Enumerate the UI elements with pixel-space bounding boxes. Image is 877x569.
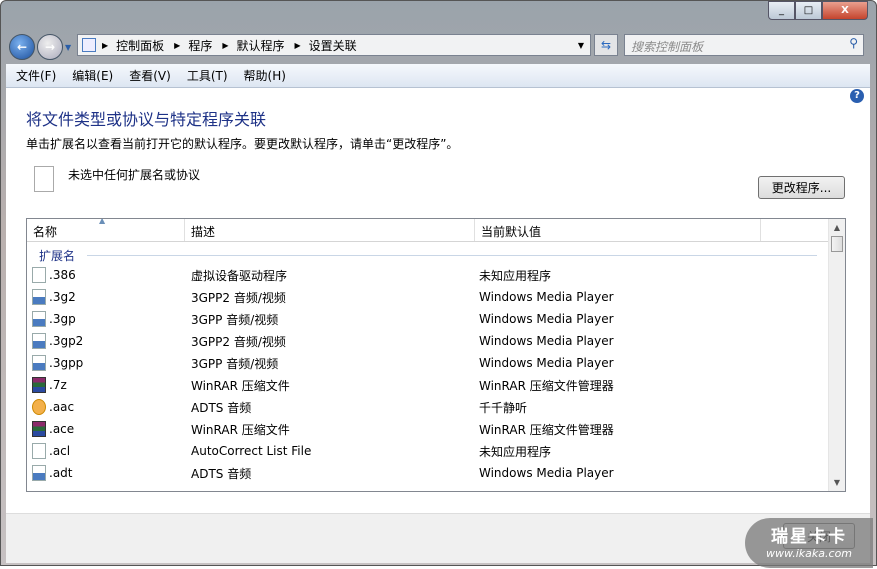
breadcrumb-separator-icon[interactable]: ▶ [174, 41, 180, 50]
item-name: .7z [27, 377, 185, 393]
refresh-button[interactable]: ⇆ [594, 34, 618, 56]
item-default-program: Windows Media Player [479, 356, 614, 370]
close-window-button[interactable]: X [822, 1, 868, 20]
blank-file-icon [32, 443, 46, 459]
menu-bar: 文件(F) 编辑(E) 查看(V) 工具(T) 帮助(H) [6, 64, 870, 88]
selection-status: 未选中任何扩展名或协议 [68, 168, 201, 182]
aac-file-icon [32, 399, 46, 415]
footer-bar: 关闭 [6, 513, 870, 563]
breadcrumb-control-panel[interactable]: 控制面板 [116, 37, 164, 54]
wmp-file-icon [32, 289, 46, 305]
forward-button[interactable]: → [37, 34, 63, 60]
vertical-scrollbar[interactable]: ▲ ▼ [828, 219, 845, 491]
item-name: .3g2 [27, 289, 185, 305]
column-header-current-default[interactable]: 当前默认值 [475, 219, 761, 241]
breadcrumb-programs[interactable]: 程序 [188, 37, 212, 54]
list-item[interactable]: .3g2 3GPP2 音频/视频 Windows Media Player [27, 286, 845, 308]
list-item[interactable]: .3gpp 3GPP 音频/视频 Windows Media Player [27, 352, 845, 374]
list-item[interactable]: .3gp2 3GPP2 音频/视频 Windows Media Player [27, 330, 845, 352]
menu-file[interactable]: 文件(F) [16, 67, 56, 84]
address-dropdown-icon[interactable]: ▼ [578, 41, 584, 50]
item-description: 3GPP2 音频/视频 [191, 334, 286, 349]
rar-file-icon [32, 421, 46, 437]
page-title: 将文件类型或协议与特定程序关联 [26, 110, 267, 129]
breadcrumb-separator-icon[interactable]: ▶ [295, 41, 301, 50]
item-default-program: Windows Media Player [479, 466, 614, 480]
help-icon[interactable]: ? [850, 89, 864, 103]
item-description: 虚拟设备驱动程序 [191, 268, 288, 283]
breadcrumb-set-associations[interactable]: 设置关联 [309, 37, 357, 54]
blank-file-icon [32, 267, 46, 283]
item-default-program: Windows Media Player [479, 312, 614, 326]
minimize-button[interactable]: _ [768, 1, 795, 20]
item-name: .386 [27, 267, 185, 283]
item-name: .ace [27, 421, 185, 437]
item-name: .3gpp [27, 355, 185, 371]
column-header-name[interactable]: ▲ 名称 [27, 219, 185, 241]
wmp-file-icon [32, 311, 46, 327]
item-description: ADTS 音频 [191, 466, 252, 481]
item-name: .aac [27, 399, 185, 415]
back-button[interactable]: ← [9, 34, 35, 60]
search-icon[interactable]: ⚲ [849, 36, 858, 50]
wmp-file-icon [32, 355, 46, 371]
instructions: 单击扩展名以查看当前打开它的默认程序。要更改默认程序，请单击“更改程序”。 [26, 137, 459, 151]
item-name: .3gp2 [27, 333, 185, 349]
group-header-extensions[interactable]: 扩展名 [27, 242, 845, 264]
address-bar[interactable]: ▶ 控制面板 ▶ 程序 ▶ 默认程序 ▶ 设置关联 ▼ [77, 34, 591, 56]
maximize-button[interactable]: □ [795, 1, 822, 20]
breadcrumb-default-programs[interactable]: 默认程序 [237, 37, 285, 54]
control-panel-icon [82, 38, 96, 52]
item-default-program: 未知应用程序 [479, 444, 552, 459]
menu-view[interactable]: 查看(V) [129, 67, 171, 84]
menu-edit[interactable]: 编辑(E) [72, 67, 113, 84]
list-header: ▲ 名称 描述 当前默认值 [27, 219, 845, 242]
item-name: .adt [27, 465, 185, 481]
change-program-button[interactable]: 更改程序... [758, 176, 845, 199]
item-description: WinRAR 压缩文件 [191, 422, 290, 437]
list-item[interactable]: .aac ADTS 音频 千千静听 [27, 396, 845, 418]
content-area: ? 将文件类型或协议与特定程序关联 单击扩展名以查看当前打开它的默认程序。要更改… [6, 88, 870, 513]
item-description: 3GPP 音频/视频 [191, 356, 279, 371]
item-default-program: WinRAR 压缩文件管理器 [479, 378, 614, 393]
menu-help[interactable]: 帮助(H) [244, 67, 286, 84]
rar-file-icon [32, 377, 46, 393]
search-placeholder: 搜索控制面板 [631, 40, 704, 54]
item-description: WinRAR 压缩文件 [191, 378, 290, 393]
item-default-program: WinRAR 压缩文件管理器 [479, 422, 614, 437]
scroll-up-icon[interactable]: ▲ [829, 219, 845, 236]
nav-buttons: ← → ▼ [9, 34, 71, 60]
item-default-program: Windows Media Player [479, 290, 614, 304]
item-description: AutoCorrect List File [191, 444, 312, 458]
item-default-program: 未知应用程序 [479, 268, 552, 283]
item-name: .acl [27, 443, 185, 459]
list-item[interactable]: .acl AutoCorrect List File 未知应用程序 [27, 440, 845, 462]
item-default-program: 千千静听 [479, 400, 528, 415]
breadcrumb-separator-icon[interactable]: ▶ [102, 41, 108, 50]
sort-ascending-icon: ▲ [99, 218, 106, 225]
item-description: ADTS 音频 [191, 400, 252, 415]
list-item[interactable]: .adt ADTS 音频 Windows Media Player [27, 462, 845, 484]
close-button[interactable]: 关闭 [783, 523, 855, 549]
item-name: .3gp [27, 311, 185, 327]
list-item[interactable]: .3gp 3GPP 音频/视频 Windows Media Player [27, 308, 845, 330]
scroll-down-icon[interactable]: ▼ [829, 474, 845, 491]
search-input[interactable]: 搜索控制面板 ⚲ [624, 34, 864, 56]
file-icon [34, 166, 54, 192]
item-default-program: Windows Media Player [479, 334, 614, 348]
scroll-thumb[interactable] [831, 236, 843, 252]
recent-pages-dropdown-icon[interactable]: ▼ [65, 43, 71, 52]
wmp-file-icon [32, 465, 46, 481]
caption-buttons: _ □ X [768, 1, 868, 20]
item-description: 3GPP 音频/视频 [191, 312, 279, 327]
list-item[interactable]: .386 虚拟设备驱动程序 未知应用程序 [27, 264, 845, 286]
breadcrumb-separator-icon[interactable]: ▶ [222, 41, 228, 50]
item-description: 3GPP2 音频/视频 [191, 290, 286, 305]
wmp-file-icon [32, 333, 46, 349]
column-header-description[interactable]: 描述 [185, 219, 475, 241]
extension-list: ▲ 名称 描述 当前默认值 扩展名 .386 虚拟设备驱动程序 未知应用程序 .3g2 3… [26, 218, 846, 492]
menu-tools[interactable]: 工具(T) [187, 67, 228, 84]
list-item[interactable]: .ace WinRAR 压缩文件 WinRAR 压缩文件管理器 [27, 418, 845, 440]
list-item[interactable]: .7z WinRAR 压缩文件 WinRAR 压缩文件管理器 [27, 374, 845, 396]
